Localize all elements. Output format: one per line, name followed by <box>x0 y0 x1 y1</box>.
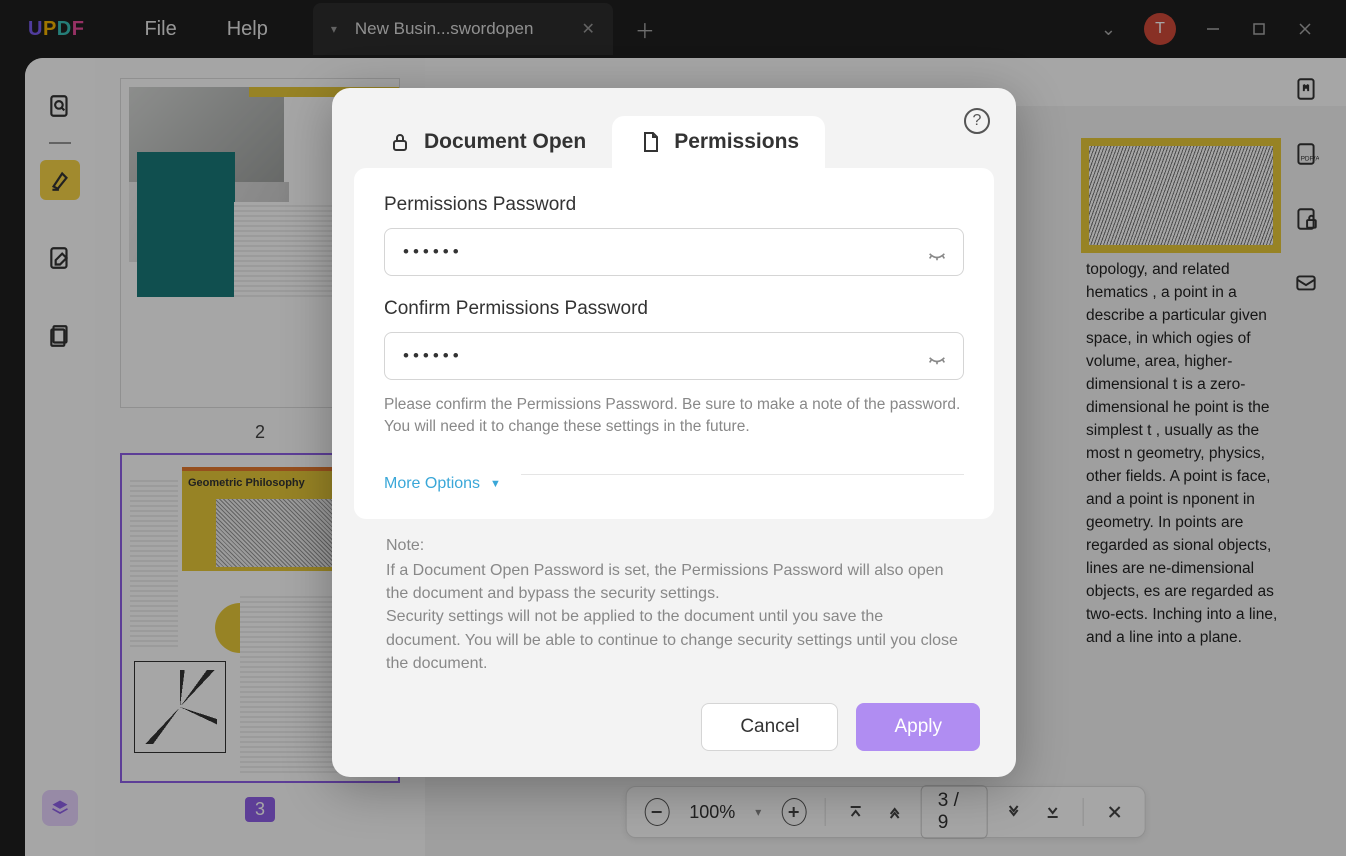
dialog-actions: Cancel Apply <box>332 675 1016 751</box>
note-body: If a Document Open Password is set, the … <box>386 559 962 675</box>
confirm-password-label: Confirm Permissions Password <box>384 298 964 320</box>
security-dialog: ? Document Open Permissions Permissions … <box>332 88 1016 777</box>
dialog-body: Permissions Password Confirm Permissions… <box>354 168 994 519</box>
permissions-icon <box>638 130 662 154</box>
permissions-password-input[interactable] <box>384 228 964 276</box>
tab-document-open[interactable]: Document Open <box>362 116 612 168</box>
dialog-tabs: Document Open Permissions <box>332 88 1016 168</box>
chevron-down-icon: ▼ <box>490 478 501 490</box>
tab-permissions-label: Permissions <box>674 130 799 154</box>
confirm-password-input[interactable] <box>384 332 964 380</box>
note-title: Note: <box>386 537 962 555</box>
permissions-password-label: Permissions Password <box>384 194 964 216</box>
show-password-icon[interactable] <box>926 241 948 263</box>
apply-button[interactable]: Apply <box>856 703 980 751</box>
tab-permissions[interactable]: Permissions <box>612 116 825 168</box>
cancel-button[interactable]: Cancel <box>701 703 838 751</box>
confirm-helper-text: Please confirm the Permissions Password.… <box>384 394 964 439</box>
dialog-note: Note: If a Document Open Password is set… <box>332 519 1016 675</box>
lock-icon <box>388 130 412 154</box>
more-options-link[interactable]: More Options▼ <box>384 475 501 493</box>
tab-document-open-label: Document Open <box>424 130 586 154</box>
help-icon[interactable]: ? <box>964 108 990 134</box>
show-confirm-password-icon[interactable] <box>926 345 948 367</box>
